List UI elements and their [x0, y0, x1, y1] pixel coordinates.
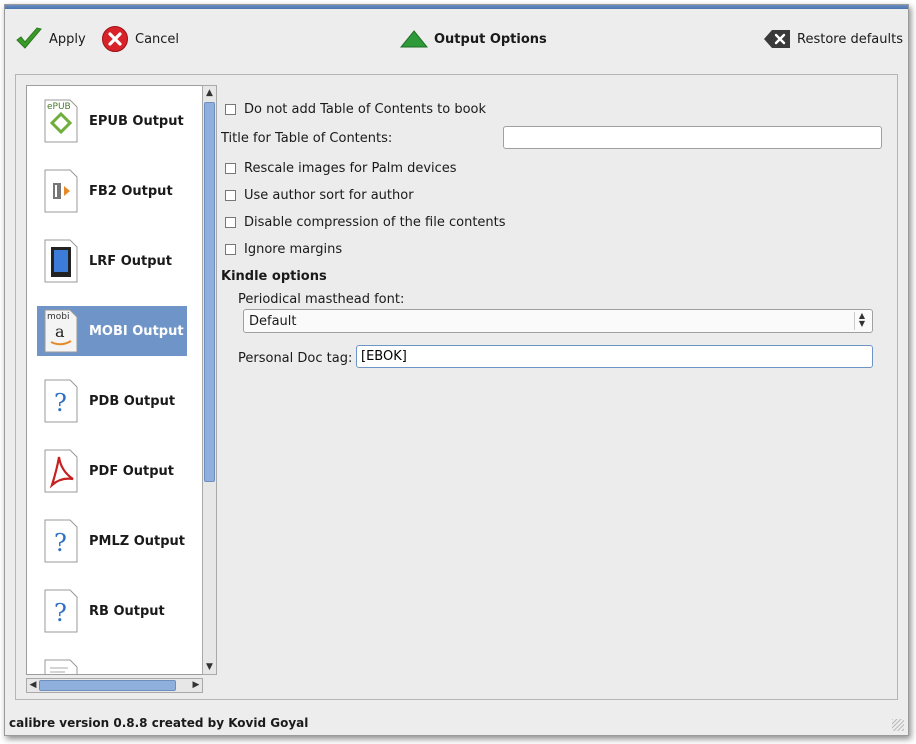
- no-toc-checkbox[interactable]: [225, 104, 236, 115]
- svg-text:a: a: [55, 322, 65, 341]
- list-item-label: PDB Output: [89, 393, 176, 409]
- masthead-font-value: Default: [249, 313, 297, 329]
- svg-text:?: ?: [54, 389, 67, 417]
- rescale-option[interactable]: Rescale images for Palm devices: [225, 161, 457, 176]
- scroll-up-arrow-icon[interactable]: ▲: [203, 86, 216, 100]
- list-item-pdb[interactable]: ? PDB Output: [37, 376, 187, 426]
- rescale-checkbox[interactable]: [225, 163, 236, 174]
- lrf-icon: [43, 239, 79, 283]
- list-vertical-scrollbar[interactable]: ▲ ▼: [202, 85, 217, 675]
- resize-grip[interactable]: [892, 719, 904, 731]
- toc-title-label: Title for Table of Contents:: [221, 131, 393, 146]
- masthead-font-select[interactable]: Default ▲ ▼: [243, 309, 873, 333]
- list-item-epub[interactable]: ePUB EPUB Output: [37, 96, 187, 146]
- list-item-label: PMLZ Output: [89, 533, 185, 549]
- cancel-button[interactable]: Cancel: [101, 25, 179, 53]
- list-item-pdf[interactable]: PDF Output: [37, 446, 187, 496]
- epub-badge: ePUB: [47, 102, 71, 112]
- ignore-margins-label: Ignore margins: [244, 242, 343, 257]
- scrollbar-thumb[interactable]: [204, 102, 215, 482]
- masthead-font-label: Periodical masthead font:: [238, 292, 405, 307]
- list-item-label: LRF Output: [89, 253, 172, 269]
- clear-left-icon: [763, 28, 791, 50]
- list-item-rb[interactable]: ? RB Output: [37, 586, 187, 636]
- mobi-badge: mobi: [47, 312, 70, 322]
- disable-compression-option[interactable]: Disable compression of the file contents: [225, 215, 506, 230]
- mobi-icon: mobi a: [43, 309, 79, 353]
- author-sort-option[interactable]: Use author sort for author: [225, 188, 414, 203]
- text-document-icon: [43, 659, 79, 674]
- list-item-pmlz[interactable]: ? PMLZ Output: [37, 516, 187, 566]
- triangle-up-icon: [400, 29, 428, 49]
- author-sort-label: Use author sort for author: [244, 188, 414, 203]
- epub-icon: ePUB: [43, 99, 79, 143]
- list-item-label: MOBI Output: [89, 323, 184, 339]
- pdf-icon: [43, 449, 79, 493]
- list-item-label: EPUB Output: [89, 113, 184, 129]
- list-item-fb2[interactable]: FB2 Output: [37, 166, 187, 216]
- no-toc-option[interactable]: Do not add Table of Contents to book: [225, 102, 486, 117]
- scrollbar-thumb[interactable]: [39, 680, 176, 691]
- list-item-label: RB Output: [89, 603, 165, 619]
- no-toc-label: Do not add Table of Contents to book: [244, 102, 487, 117]
- preferences-window: Apply Cancel Output Options Restore defa…: [4, 4, 909, 736]
- disable-compression-label: Disable compression of the file contents: [244, 215, 506, 230]
- output-options-title: Output Options: [400, 25, 547, 53]
- author-sort-checkbox[interactable]: [225, 190, 236, 201]
- question-icon: ?: [43, 379, 79, 423]
- list-horizontal-scrollbar[interactable]: ◀ ▶: [26, 678, 203, 693]
- apply-button[interactable]: Apply: [15, 25, 86, 53]
- checkmark-icon: [15, 26, 43, 52]
- list-item-lrf[interactable]: LRF Output: [37, 236, 187, 286]
- scroll-right-arrow-icon[interactable]: ▶: [190, 679, 202, 692]
- apply-label: Apply: [49, 31, 86, 47]
- svg-text:?: ?: [54, 599, 67, 627]
- window-top-border: [5, 5, 908, 9]
- list-item-label: PDF Output: [89, 463, 175, 479]
- doc-tag-input[interactable]: [356, 345, 873, 368]
- scroll-left-arrow-icon[interactable]: ◀: [27, 679, 39, 692]
- kindle-options-heading: Kindle options: [221, 269, 327, 284]
- list-item-label: FB2 Output: [89, 183, 173, 199]
- scroll-down-arrow-icon[interactable]: ▼: [203, 660, 216, 674]
- ignore-margins-option[interactable]: Ignore margins: [225, 242, 342, 257]
- cancel-icon: [101, 25, 129, 53]
- status-text: calibre version 0.8.8 created by Kovid G…: [9, 716, 309, 730]
- list-item-mobi[interactable]: mobi a MOBI Output: [37, 306, 187, 356]
- fb2-icon: [43, 169, 79, 213]
- question-icon: ?: [43, 589, 79, 633]
- restore-label: Restore defaults: [797, 31, 903, 47]
- disable-compression-checkbox[interactable]: [225, 217, 236, 228]
- output-format-list[interactable]: ePUB EPUB Output FB2 Output LRF Output m…: [26, 85, 203, 675]
- list-item-partial[interactable]: [37, 656, 187, 674]
- title-label: Output Options: [434, 31, 547, 47]
- rescale-label: Rescale images for Palm devices: [244, 161, 457, 176]
- toc-title-input[interactable]: [503, 126, 882, 149]
- question-icon: ?: [43, 519, 79, 563]
- cancel-label: Cancel: [135, 31, 180, 47]
- output-options-panel: ePUB EPUB Output FB2 Output LRF Output m…: [15, 74, 898, 700]
- doc-tag-label: Personal Doc tag:: [238, 351, 353, 366]
- svg-text:?: ?: [54, 529, 67, 557]
- updown-arrows-icon: ▲ ▼: [854, 312, 869, 330]
- ignore-margins-checkbox[interactable]: [225, 244, 236, 255]
- restore-defaults-button[interactable]: Restore defaults: [763, 25, 903, 53]
